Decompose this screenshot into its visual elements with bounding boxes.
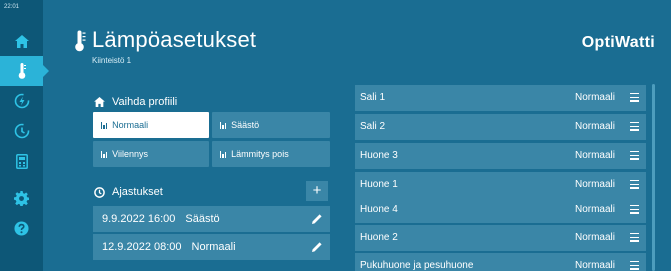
room-mode: Normaali	[574, 92, 615, 103]
schedule-profile: Normaali	[191, 241, 236, 253]
add-schedule-button[interactable]: +	[306, 181, 328, 201]
room-name: Huone 2	[360, 232, 398, 243]
bars-icon	[101, 150, 108, 158]
page-title: Lämpöasetukset	[92, 27, 257, 52]
room-row[interactable]: Huone 3 Normaali	[355, 143, 646, 169]
sidebar-item-energy[interactable]	[0, 86, 43, 116]
bars-icon	[220, 150, 227, 158]
room-mode: Normaali	[574, 179, 615, 190]
room-name: Pukuhuone ja pesuhuone	[360, 260, 474, 271]
room-row[interactable]: Huone 4 Normaali	[355, 197, 646, 223]
hamburger-icon[interactable]	[630, 233, 639, 244]
room-name: Huone 1	[360, 179, 398, 190]
schedules-section-label: Ajastukset	[112, 186, 163, 198]
profile-button-label: Normaali	[112, 120, 149, 130]
energy-icon	[14, 93, 29, 109]
hamburger-icon[interactable]	[630, 205, 639, 216]
profile-button-label: Viilennys	[112, 149, 149, 159]
page-subtitle: Kiinteistö 1	[92, 56, 132, 65]
clock-cycle-icon	[14, 123, 29, 139]
schedule-profile: Säästö	[185, 213, 220, 225]
brand-logo: OptiWatti	[581, 34, 655, 51]
room-row[interactable]: Pukuhuone ja pesuhuone Normaali	[355, 253, 646, 271]
schedule-datetime: 9.9.2022 16:00	[102, 213, 176, 225]
room-name: Sali 2	[360, 121, 386, 132]
schedules-section-title: Ajastukset	[94, 186, 163, 198]
pencil-icon[interactable]	[311, 213, 323, 225]
gear-icon	[14, 190, 29, 206]
room-mode: Normaali	[574, 150, 615, 161]
clock-icon	[94, 186, 105, 198]
room-row[interactable]: Sali 2 Normaali	[355, 114, 646, 140]
room-name: Huone 3	[360, 150, 398, 161]
room-name: Huone 4	[360, 204, 398, 215]
profile-button-normaali[interactable]: Normaali	[93, 112, 209, 138]
profile-section-title: Vaihda profiili	[94, 96, 177, 108]
room-name: Sali 1	[360, 92, 386, 103]
sidebar-item-settings[interactable]	[0, 183, 43, 213]
hamburger-icon[interactable]	[630, 93, 639, 104]
schedule-datetime: 12.9.2022 08:00	[102, 241, 182, 253]
thermometer-icon	[18, 63, 26, 79]
profile-button-viilennys[interactable]: Viilennys	[93, 141, 209, 167]
room-mode: Normaali	[574, 204, 615, 215]
thermometer-icon	[75, 30, 86, 52]
hamburger-icon[interactable]	[630, 261, 639, 271]
sidebar-item-help[interactable]	[0, 213, 43, 243]
room-list-scrollbar[interactable]	[652, 84, 655, 271]
room-mode: Normaali	[574, 121, 615, 132]
bars-icon	[220, 121, 227, 129]
sidebar: 22:01	[0, 0, 49, 271]
help-icon	[14, 220, 29, 236]
profile-section-label: Vaihda profiili	[112, 96, 178, 108]
room-row[interactable]: Sali 1 Normaali	[355, 85, 646, 111]
sidebar-item-calculator[interactable]	[0, 146, 43, 176]
schedule-row[interactable]: 12.9.2022 08:00 Normaali	[93, 234, 330, 260]
hamburger-icon[interactable]	[630, 122, 639, 133]
status-clock: 22:01	[4, 4, 20, 10]
room-row[interactable]: Huone 1 Normaali	[355, 172, 646, 198]
home-icon	[14, 34, 29, 48]
room-row[interactable]: Huone 2 Normaali	[355, 225, 646, 251]
bars-icon	[101, 121, 108, 129]
profile-button-label: Säästö	[231, 120, 260, 130]
calculator-icon	[15, 153, 28, 169]
profile-button-saasto[interactable]: Säästö	[212, 112, 330, 138]
pencil-icon[interactable]	[311, 241, 323, 253]
hamburger-icon[interactable]	[630, 180, 639, 191]
schedule-row[interactable]: 9.9.2022 16:00 Säästö	[93, 206, 330, 232]
room-mode: Normaali	[574, 232, 615, 243]
home-icon	[94, 97, 105, 107]
profile-button-label: Lämmitys pois	[231, 149, 289, 159]
sidebar-item-cycle[interactable]	[0, 116, 43, 146]
sidebar-item-home[interactable]	[0, 26, 43, 56]
room-mode: Normaali	[574, 260, 615, 271]
profile-button-lammitys-pois[interactable]: Lämmitys pois	[212, 141, 330, 167]
hamburger-icon[interactable]	[630, 151, 639, 162]
sidebar-item-temperature[interactable]	[0, 56, 49, 86]
